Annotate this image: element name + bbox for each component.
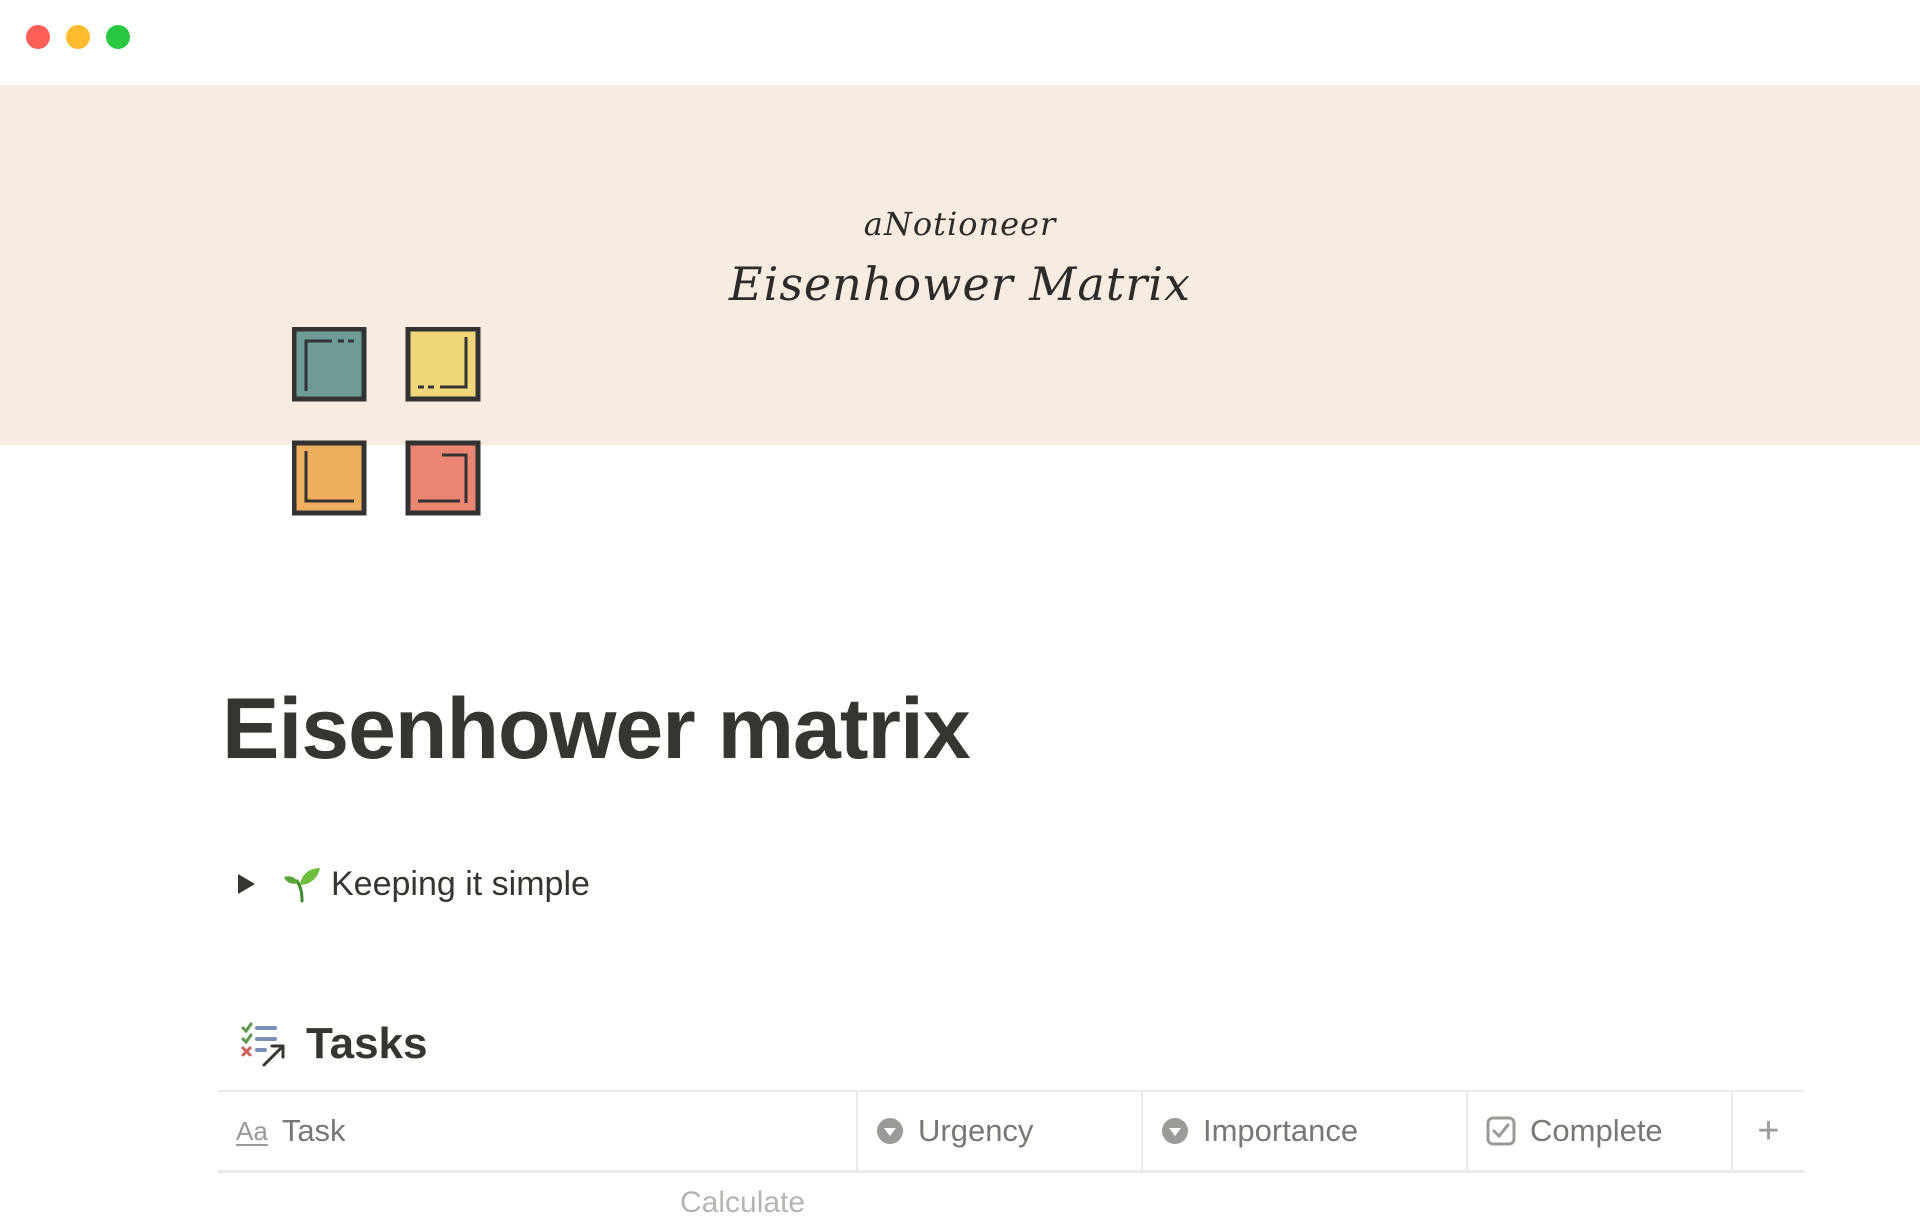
yellow-square-icon bbox=[405, 326, 481, 402]
add-column-button[interactable]: + bbox=[1733, 1092, 1804, 1170]
window-titlebar bbox=[0, 0, 1920, 85]
cover-title-text: Eisenhower Matrix bbox=[729, 257, 1191, 311]
cover-brand-text: aNotioneer bbox=[863, 205, 1057, 243]
teal-square-icon bbox=[291, 326, 367, 402]
column-label: Complete bbox=[1530, 1113, 1663, 1148]
page-cover: aNotioneer Eisenhower Matrix bbox=[0, 85, 1920, 445]
window-maximize-button[interactable] bbox=[106, 25, 130, 49]
column-label: Importance bbox=[1203, 1113, 1359, 1148]
column-header-importance[interactable]: Importance bbox=[1143, 1092, 1468, 1170]
seedling-icon bbox=[284, 868, 320, 903]
toggle-label: Keeping it simple bbox=[331, 864, 590, 903]
orange-square-icon bbox=[291, 440, 367, 516]
select-property-icon bbox=[876, 1117, 904, 1145]
checkbox-property-icon bbox=[1486, 1116, 1516, 1146]
calculate-footer[interactable]: Calculate bbox=[680, 1186, 805, 1220]
window-close-button[interactable] bbox=[26, 25, 50, 49]
select-property-icon bbox=[1161, 1117, 1189, 1145]
column-label: Urgency bbox=[918, 1113, 1034, 1148]
table-header-row: Aa Task Urgency Importance Complete + bbox=[218, 1090, 1804, 1173]
toggle-block[interactable]: Keeping it simple bbox=[232, 862, 590, 906]
toggle-arrow-icon[interactable] bbox=[238, 874, 255, 894]
checklist-icon bbox=[241, 1022, 285, 1067]
window-minimize-button[interactable] bbox=[66, 25, 90, 49]
page-title[interactable]: Eisenhower matrix bbox=[222, 680, 971, 779]
column-header-complete[interactable]: Complete bbox=[1468, 1092, 1733, 1170]
tasks-title: Tasks bbox=[306, 1019, 428, 1068]
coral-square-icon bbox=[405, 440, 481, 516]
column-header-urgency[interactable]: Urgency bbox=[858, 1092, 1143, 1170]
eisenhower-matrix-icon[interactable] bbox=[291, 326, 482, 517]
text-property-icon: Aa bbox=[236, 1115, 268, 1146]
tasks-database-header[interactable]: Tasks bbox=[240, 1018, 428, 1070]
plus-icon: + bbox=[1757, 1109, 1780, 1152]
column-header-task[interactable]: Aa Task bbox=[218, 1092, 858, 1170]
column-label: Task bbox=[281, 1113, 346, 1148]
